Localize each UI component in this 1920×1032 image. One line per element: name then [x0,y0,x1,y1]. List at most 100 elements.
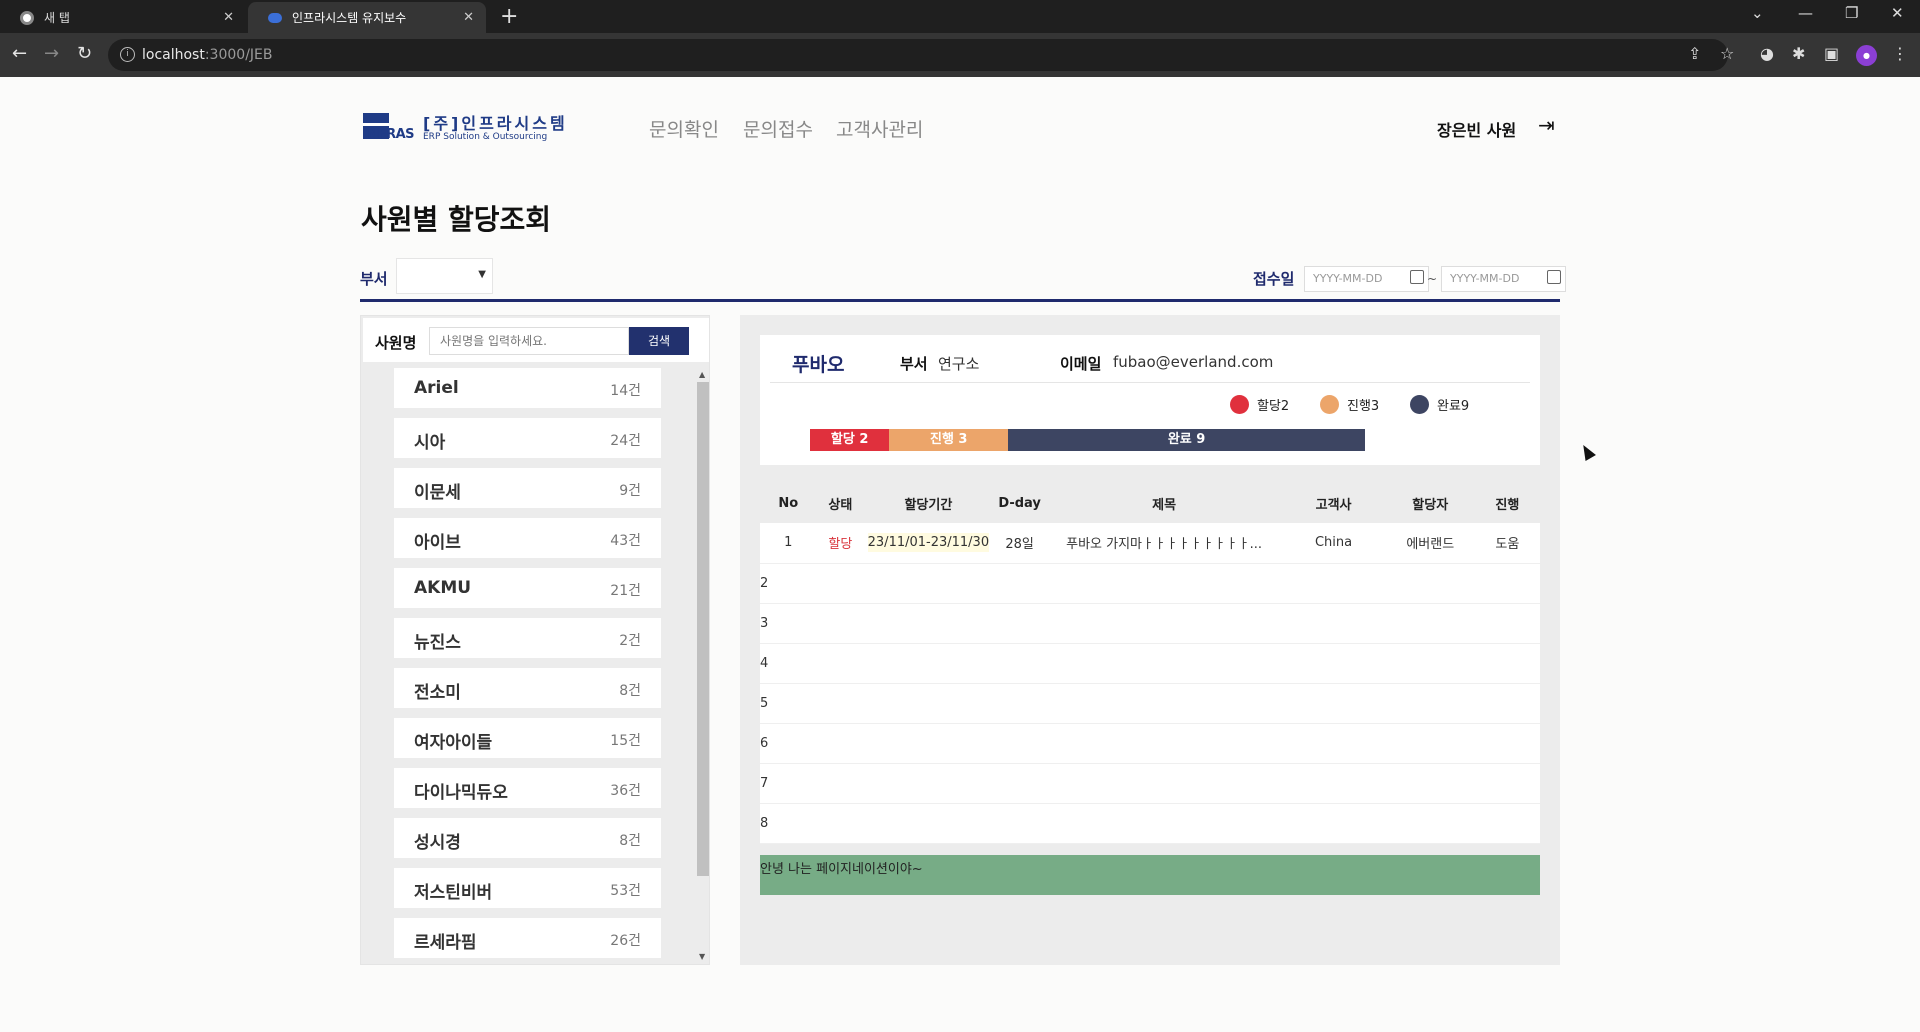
dropdown-arrow-icon: ▼ [478,269,486,280]
employee-list-item[interactable]: 성시경 8건 [394,818,661,858]
browser-tab-new[interactable]: 새 탭 ✕ [0,2,246,33]
employee-name: 시아 [414,433,446,453]
employee-info-header: 푸바오 부서 연구소 이메일 fubao@everland.com [770,335,1530,383]
cell-progress: 도움 [1474,523,1540,564]
cell-empty [816,763,865,804]
employee-list-item[interactable]: 여자아이들 15건 [394,718,661,758]
logout-icon[interactable]: ⇥ [1538,113,1555,137]
cell-empty [1046,803,1282,844]
employee-list-item[interactable]: 뉴진스 2건 [394,618,661,658]
menu-kebab-icon[interactable]: ⋮ [1892,44,1908,63]
side-panel-icon[interactable]: ▣ [1824,44,1839,63]
employee-list-item[interactable]: 르세라핌 26건 [394,918,661,958]
employee-list-item[interactable]: Ariel 14건 [394,368,661,408]
status-bar-segment: 완료 9 [1008,429,1365,451]
employee-count: 43건 [610,533,641,549]
new-tab-button[interactable]: + [500,4,518,29]
user-name: 장은빈 사원 [1437,121,1517,140]
cell-empty [864,763,993,804]
scroll-thumb[interactable] [697,382,709,876]
col-dday: D-day [998,495,1041,511]
cell-dday: 28일 [992,523,1047,564]
legend-label: 진행3 [1347,399,1380,414]
employee-count: 24건 [610,433,641,449]
cell-empty [1046,723,1282,764]
chrome-icon [20,10,34,25]
task-table: No 상태 할당기간 D-day 제목 고객사 할당자 진행 1 할당 23/11/… [760,483,1540,844]
employee-search-button[interactable]: 검색 [629,327,689,355]
employee-name: 성시경 [414,833,461,853]
share-icon[interactable]: ⇪ [1688,44,1701,63]
logo-subtitle: ERP Solution & Outsourcing [423,132,548,142]
employee-name: 전소미 [414,683,461,703]
cell-empty [1281,643,1386,684]
employee-list-item[interactable]: 다이나믹듀오 36건 [394,768,661,808]
dept-select[interactable]: ▼ [396,258,493,294]
employee-panel: 사원명 검색 Ariel 14건시아 24건이문세 9건아이브 43건 AKMU 21건뉴진… [360,315,710,965]
close-tab-icon[interactable]: ✕ [223,10,234,25]
employee-name: 저스틴비버 [414,883,493,903]
cell-empty [1281,603,1386,644]
nav-inquiry-check[interactable]: 문의확인 [649,115,719,142]
tab-title: 새 탭 [44,11,70,25]
date-from-input[interactable]: YYYY-MM-DD [1304,266,1429,292]
employee-list-scrollbar[interactable]: ▲ ▼ [694,370,709,964]
browser-tab-active[interactable]: 인프라시스템 유지보수 ✕ [248,2,486,33]
company-logo[interactable]: INFRAS [주]인프라시스템 ERP Solution & Outsourc… [363,110,565,146]
nav-inquiry-receive[interactable]: 문의접수 [743,115,813,142]
back-icon[interactable]: ← [12,43,27,64]
bookmark-star-icon[interactable]: ☆ [1720,44,1734,63]
info-icon[interactable]: i [120,47,135,62]
extension-color-icon[interactable]: ◕ [1760,44,1774,63]
employee-count: 2건 [619,633,641,649]
cell-no: 8 [760,803,817,844]
employee-list-item[interactable]: 이문세 9건 [394,468,661,508]
close-tab-icon[interactable]: ✕ [463,10,474,25]
employee-search-input[interactable] [429,327,629,355]
cell-empty [1474,603,1540,644]
calendar-icon[interactable] [1547,270,1561,284]
restore-button[interactable]: ❐ [1845,4,1858,22]
calendar-icon[interactable] [1410,270,1424,284]
cell-title: 푸바오 가지마ㅏㅏㅏㅏㅏㅏㅏㅏㅏ... [1046,523,1282,564]
cell-empty [992,563,1047,604]
pagination[interactable]: 안녕 나는 페이지네이션이야~ [760,855,1540,895]
cell-empty [1474,803,1540,844]
status-bar: 할당 2 진행 3 완료 9 [810,429,1395,451]
employee-name: 여자아이들 [414,733,493,753]
employee-list-item[interactable]: 저스틴비버 53건 [394,868,661,908]
cell-empty [816,563,865,604]
profile-avatar[interactable]: ● [1856,45,1877,66]
status-bar-segment: 할당 2 [810,429,890,451]
forward-icon[interactable]: → [44,43,59,64]
employee-name: 푸바오 [792,354,845,376]
close-window-button[interactable]: ✕ [1891,4,1904,22]
scroll-up-icon[interactable]: ▲ [699,370,705,379]
col-status: 상태 [828,497,853,513]
date-to-input[interactable]: YYYY-MM-DD [1441,266,1566,292]
extensions-puzzle-icon[interactable]: ✱ [1792,44,1805,63]
employee-list-item[interactable]: 아이브 43건 [394,518,661,558]
mouse-cursor [1578,442,1596,461]
reload-icon[interactable]: ↻ [77,43,92,64]
minimize-button[interactable]: — [1798,4,1813,22]
employee-list-item[interactable]: AKMU 21건 [394,568,661,608]
scroll-down-icon[interactable]: ▼ [699,952,705,961]
cell-empty [1046,763,1282,804]
employee-list-item[interactable]: 시아 24건 [394,418,661,458]
table-row[interactable]: 1 할당 23/11/01-23/11/30 28일 푸바오 가지마ㅏㅏㅏㅏㅏㅏㅏㅏㅏ.… [760,523,1540,564]
cell-empty [1385,683,1475,724]
cell-empty [1046,683,1282,724]
col-progress: 진행 [1495,497,1520,513]
cell-empty [992,683,1047,724]
tab-search-icon[interactable]: ⌄ [1751,4,1764,22]
employee-list-item[interactable]: 전소미 8건 [394,668,661,708]
cell-no: 5 [760,683,817,724]
employee-list: Ariel 14건시아 24건이문세 9건아이브 43건 AKMU 21건뉴진스 2건전소미 8… [394,368,661,968]
nav-client-management[interactable]: 고객사관리 [836,115,923,142]
address-bar[interactable]: i localhost:3000/JEB [108,39,1728,71]
cell-empty [1281,563,1386,604]
employee-search-row: 사원명 검색 [363,318,709,362]
cell-empty [1385,723,1475,764]
table-row-empty: 7 [760,763,1540,804]
